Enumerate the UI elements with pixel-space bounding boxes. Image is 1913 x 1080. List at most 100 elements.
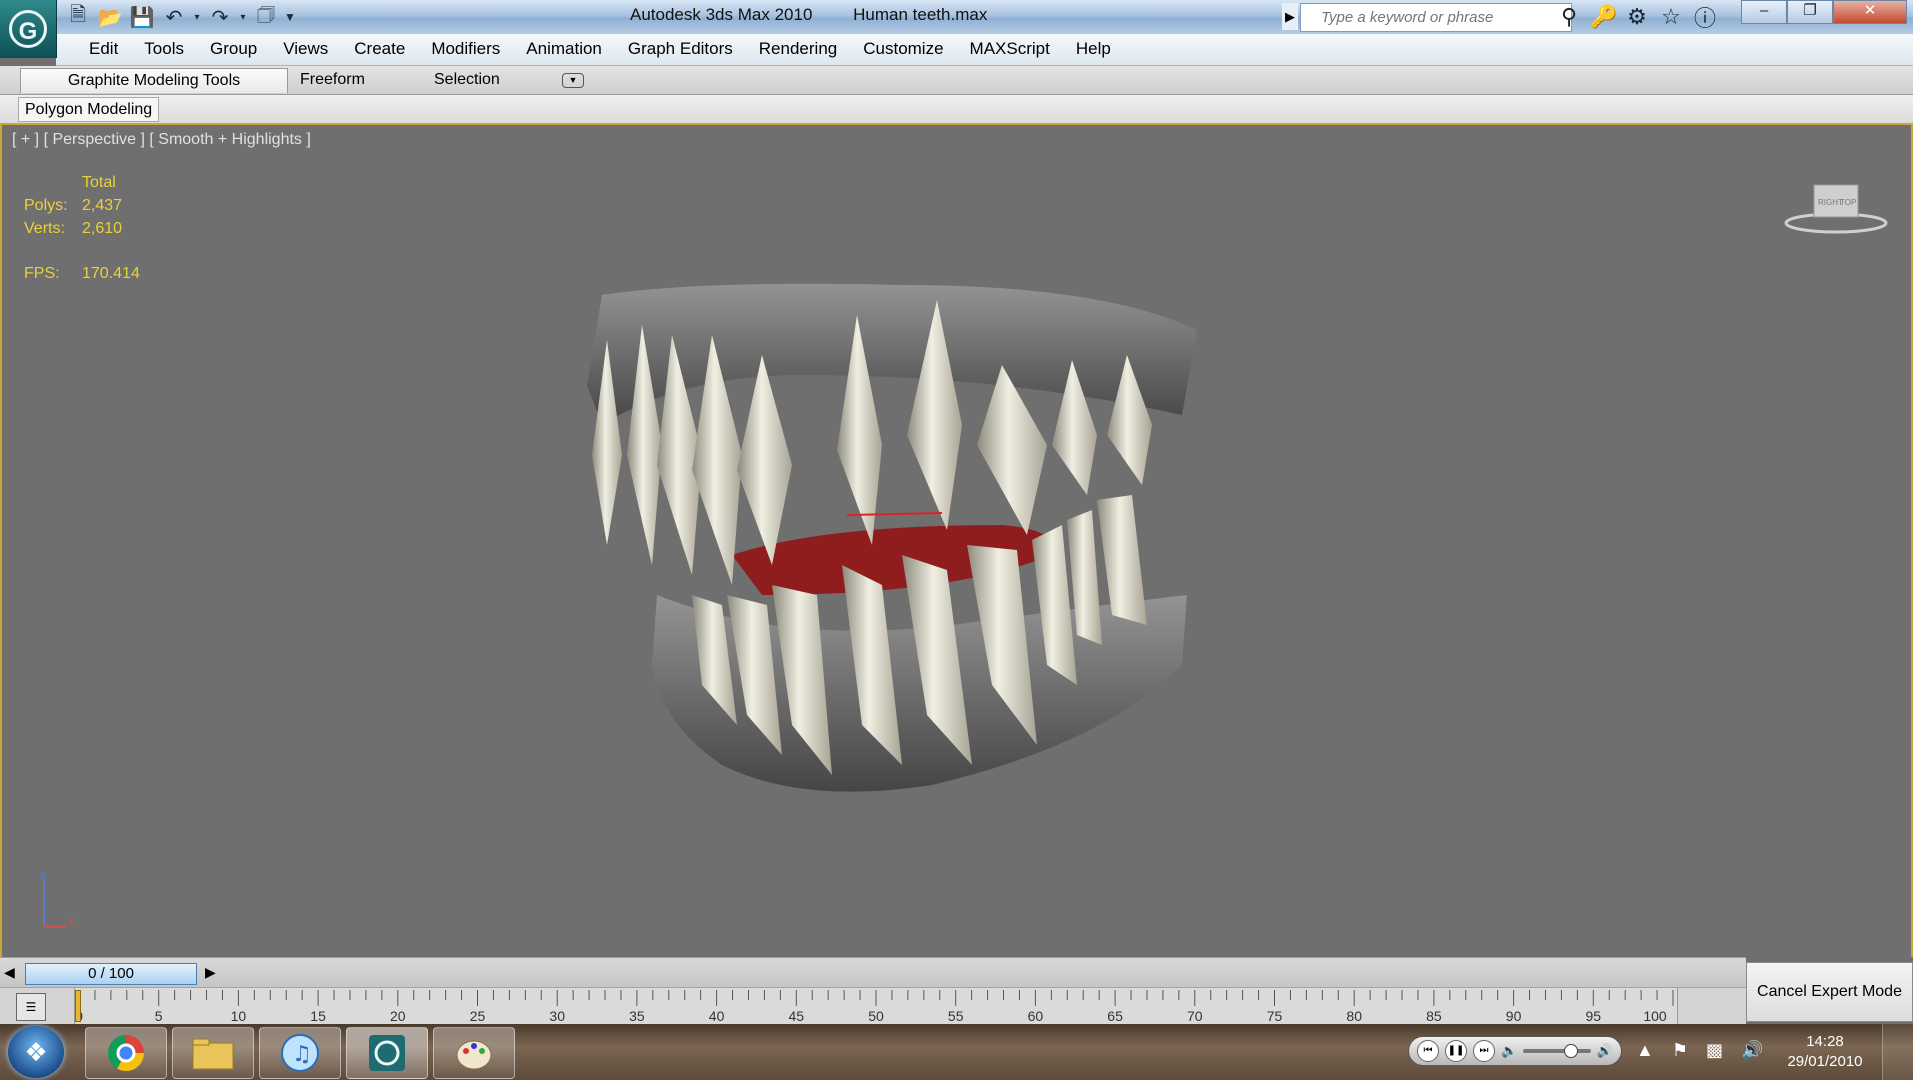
ruler-label: 40 — [709, 1008, 725, 1024]
taskbar-app-itunes[interactable]: ♫ — [259, 1027, 341, 1079]
menu-rendering[interactable]: Rendering — [746, 34, 850, 64]
help-icon[interactable]: ⓘ — [1692, 1, 1718, 33]
teeth-model[interactable] — [2, 125, 1913, 957]
taskbar-app-chrome[interactable] — [85, 1027, 167, 1079]
time-slider: ◀ 0 / 100 ▶ — [0, 957, 1746, 988]
tab-selection[interactable]: Selection — [424, 68, 510, 92]
action-center-flag-icon[interactable]: ⚑ — [1672, 1040, 1688, 1061]
taskbar-app-3dsmax[interactable] — [346, 1027, 428, 1079]
subscription-key-icon[interactable]: 🔑 — [1590, 4, 1617, 30]
ruler-label: 35 — [629, 1008, 645, 1024]
perspective-viewport[interactable]: [ + ] [ Perspective ] [ Smooth + Highlig… — [0, 125, 1913, 957]
menu-group[interactable]: Group — [197, 34, 270, 64]
binoculars-icon[interactable]: ⚲ — [1556, 4, 1582, 30]
clock-date: 29/01/2010 — [1787, 1053, 1863, 1070]
minimize-icon[interactable]: – — [1741, 0, 1787, 24]
show-hidden-icons-icon[interactable]: ▲ — [1636, 1040, 1654, 1061]
application-button[interactable]: G — [0, 0, 57, 58]
windows-logo-icon: ❖ — [24, 1037, 48, 1067]
svg-text:♫: ♫ — [292, 1042, 312, 1067]
chrome-icon — [108, 1035, 144, 1072]
menu-maxscript[interactable]: MAXScript — [957, 34, 1063, 64]
media-next-icon[interactable]: ⏭ — [1473, 1040, 1495, 1062]
project-folder-icon[interactable]: 🗇 — [252, 3, 280, 31]
network-signal-icon[interactable]: ▩ — [1706, 1040, 1723, 1061]
info-center-tools: ⚲ 🔑 ⚙ ☆ ⓘ — [1556, 2, 1718, 32]
redo-icon[interactable]: ↷ — [206, 3, 234, 31]
media-previous-icon[interactable]: ⏮ — [1417, 1040, 1439, 1062]
ruler-label: 75 — [1267, 1008, 1283, 1024]
menu-graph-editors[interactable]: Graph Editors — [615, 34, 746, 64]
speaker-icon[interactable]: 🔊 — [1741, 1040, 1763, 1061]
ruler-label: 45 — [789, 1008, 805, 1024]
taskbar-app-explorer[interactable] — [172, 1027, 254, 1079]
search-input[interactable] — [1319, 4, 1571, 31]
frame-ruler[interactable]: 0510152025303540455055606570758085909510… — [74, 988, 1678, 1025]
3ds-max-taskbar-icon — [369, 1035, 405, 1071]
menu-animation[interactable]: Animation — [513, 34, 615, 64]
system-clock[interactable]: 14:28 29/01/2010 — [1770, 1032, 1880, 1072]
tab-graphite-modeling-tools[interactable]: Graphite Modeling Tools — [20, 68, 288, 93]
clock-time: 14:28 — [1806, 1033, 1844, 1050]
ribbon-panel-bar: Polygon Modeling — [0, 95, 1913, 125]
redo-dropdown-icon[interactable]: ▾ — [238, 3, 248, 31]
new-file-icon[interactable]: 🗎 — [64, 3, 92, 31]
menu-bar: Edit Tools Group Views Create Modifiers … — [56, 34, 1913, 66]
ruler-label: 70 — [1187, 1008, 1203, 1024]
3ds-max-logo-icon: G — [9, 10, 47, 48]
menu-customize[interactable]: Customize — [850, 34, 956, 64]
viewcube[interactable]: RIGHT TOP — [1784, 177, 1888, 242]
menu-help[interactable]: Help — [1063, 34, 1124, 64]
ribbon-minimize-toggle-icon[interactable]: ▼ — [562, 73, 584, 88]
folder-icon — [192, 1038, 234, 1070]
app-name: Autodesk 3ds Max 2010 — [630, 5, 813, 24]
restore-icon[interactable]: ❐ — [1787, 0, 1833, 24]
qat-dropdown-icon[interactable]: ▼ — [284, 3, 296, 31]
menu-tools[interactable]: Tools — [131, 34, 197, 64]
mute-icon[interactable]: 🔈 — [1501, 1043, 1517, 1059]
start-button[interactable]: ❖ — [8, 1026, 64, 1078]
ruler-label: 20 — [390, 1008, 406, 1024]
viewcube-top-label[interactable]: TOP — [1840, 198, 1856, 207]
tab-freeform[interactable]: Freeform — [290, 68, 375, 92]
taskbar-app-paint[interactable] — [433, 1027, 515, 1079]
favorites-star-icon[interactable]: ☆ — [1658, 4, 1684, 30]
save-icon[interactable]: 💾 — [128, 3, 156, 31]
quick-access-toolbar: 🗎 📂 💾 ↶ ▾ ↷ ▾ 🗇 ▼ — [64, 2, 296, 32]
ruler-label: 60 — [1028, 1008, 1044, 1024]
current-frame-marker[interactable] — [75, 990, 81, 1022]
ruler-label: 25 — [470, 1008, 486, 1024]
menu-views[interactable]: Views — [270, 34, 341, 64]
axis-tripod: z x — [36, 867, 86, 942]
track-bar: ☰ 05101520253035404550556065707580859095… — [0, 987, 1746, 1025]
open-file-icon[interactable]: 📂 — [96, 3, 124, 31]
menu-edit[interactable]: Edit — [76, 34, 131, 64]
show-desktop-button[interactable] — [1882, 1024, 1913, 1080]
title-bar: 🗎 📂 💾 ↶ ▾ ↷ ▾ 🗇 ▼ Autodesk 3ds Max 2010 … — [0, 0, 1913, 34]
time-slider-thumb[interactable]: 0 / 100 — [25, 963, 197, 985]
panel-polygon-modeling[interactable]: Polygon Modeling — [18, 97, 160, 122]
time-slider-prev-icon[interactable]: ◀ — [4, 964, 15, 981]
undo-icon[interactable]: ↶ — [160, 3, 188, 31]
volume-slider[interactable] — [1523, 1044, 1591, 1058]
ruler-label: 55 — [948, 1008, 964, 1024]
menu-modifiers[interactable]: Modifiers — [418, 34, 513, 64]
axis-x-label: x — [68, 914, 74, 928]
time-slider-next-icon[interactable]: ▶ — [205, 964, 216, 981]
ruler-label: 90 — [1506, 1008, 1522, 1024]
media-pause-icon[interactable]: ❚❚ — [1445, 1040, 1467, 1062]
volume-up-icon[interactable]: 🔊 — [1597, 1043, 1613, 1059]
ruler-label: 30 — [549, 1008, 565, 1024]
close-icon[interactable]: ✕ — [1833, 0, 1907, 24]
axis-z-label: z — [40, 868, 46, 882]
undo-dropdown-icon[interactable]: ▾ — [192, 3, 202, 31]
cancel-expert-mode-button[interactable]: Cancel Expert Mode — [1746, 962, 1913, 1022]
menu-create[interactable]: Create — [341, 34, 418, 64]
search-expand-icon[interactable]: ▶ — [1282, 3, 1298, 30]
windows-taskbar: ❖ ♫ ⏮ ❚❚ ⏭ 🔈 🔊 ▲ ⚑ ▩ 🔊 14:28 29/01/2010 — [0, 1024, 1913, 1080]
communication-center-icon[interactable]: ⚙ — [1624, 4, 1650, 30]
media-player-controls: ⏮ ❚❚ ⏭ 🔈 🔊 — [1408, 1036, 1622, 1066]
open-mini-curve-editor-icon[interactable]: ☰ — [16, 993, 46, 1021]
ribbon-tab-bar: Graphite Modeling Tools Freeform Selecti… — [0, 66, 1913, 95]
ruler-label: 5 — [155, 1008, 163, 1024]
